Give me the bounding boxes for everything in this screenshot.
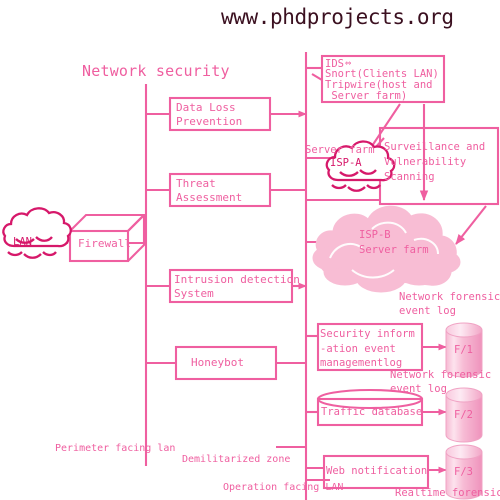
forensic-2-label: F/2 (454, 409, 473, 421)
realtime-forensic-label: Realtime forensic (395, 487, 500, 499)
threat-label-line1: Threat (176, 177, 216, 190)
surveillance-to-ispb-arrow (455, 205, 487, 245)
zone-label-dmz: Demilitarized zone (182, 454, 291, 465)
isp-a-label: ISP-A (330, 157, 362, 169)
forensic-log-1-line1: Network forensic (399, 291, 500, 303)
siem-label-line1: Security inform (320, 328, 415, 340)
isp-b-label-line1: ISP-B (359, 229, 391, 241)
threat-label-line2: Assessment (176, 191, 243, 204)
forensic-3-label: F/3 (454, 466, 473, 478)
isp-a-caption: Server farm (305, 144, 375, 156)
intrusion-label-line2: System (174, 287, 214, 300)
intrusion-label-line1: Intrusion detection (174, 273, 300, 286)
forensic-log-2-line1: Network forensic (390, 369, 492, 381)
site-url: www.phdprojects.org (221, 5, 454, 29)
dlp-label-line1: Data Loss (176, 101, 236, 114)
forensic-1-label: F/1 (454, 344, 473, 356)
lan-cloud-icon (2, 207, 72, 259)
isp-b-label-line2: Server farm (359, 244, 429, 256)
surveillance-label-line3: Scanning (384, 171, 435, 183)
zone-label-operation: Operation facing LAN (223, 482, 344, 493)
surveillance-label-line1: Surveillance and (384, 141, 486, 153)
surveillance-label-line2: Vulnerability (384, 156, 467, 168)
siem-label-line2: -ation event (320, 343, 396, 355)
zone-label-perimeter: Perimeter facing lan (55, 443, 176, 454)
page-title: Network security (82, 62, 230, 80)
forensic-log-2-line2: event log (390, 383, 447, 395)
honeybot-label: Honeybot (191, 356, 244, 369)
lan-cloud-label: LAN (13, 236, 32, 248)
diagram-canvas: www.phdprojects.org Network security LAN… (0, 0, 500, 500)
dlp-label-line2: Prevention (176, 115, 243, 128)
web-notification-label: Web notification (326, 465, 428, 477)
forensic-log-1-line2: event log (399, 305, 456, 317)
ids-label-line4: Server farm) (325, 90, 408, 102)
firewall-label: Firewall (78, 237, 131, 250)
traffic-database-label: Traffic database (321, 406, 423, 418)
